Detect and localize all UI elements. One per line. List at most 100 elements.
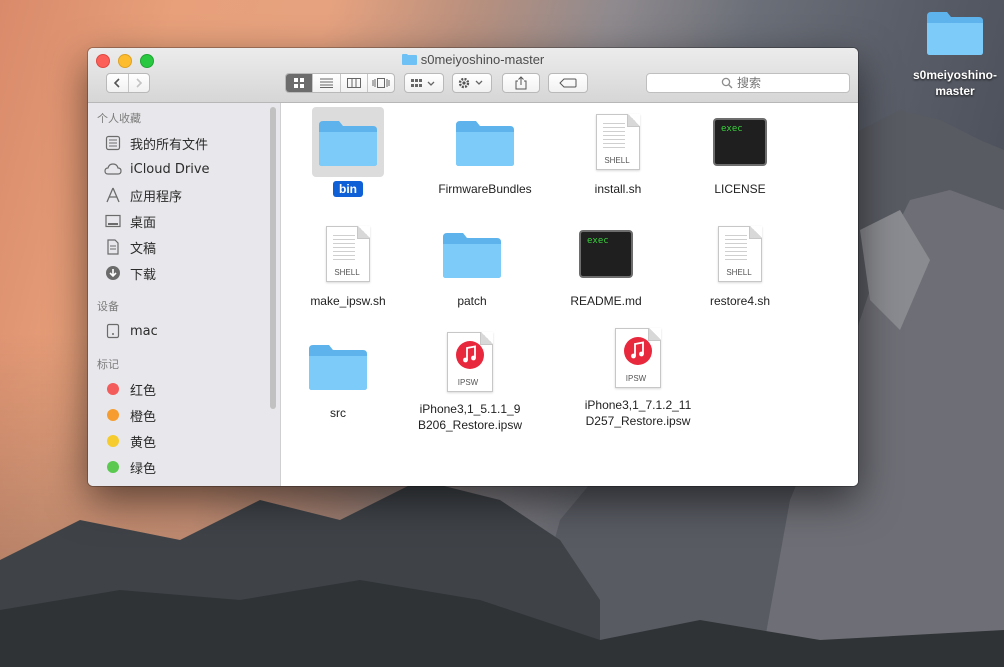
search-field[interactable] xyxy=(646,73,850,93)
sidebar: 个人收藏 我的所有文件 iCloud Drive 应用程序 桌面 文稿 下载 设… xyxy=(88,103,281,486)
file-item-readme-md[interactable]: exec README.md xyxy=(541,219,671,309)
grid-icon xyxy=(293,77,304,88)
sidebar-heading-devices: 设备 xyxy=(97,300,119,313)
gear-icon xyxy=(458,77,483,89)
share-button[interactable] xyxy=(502,73,540,93)
file-name: FirmwareBundles xyxy=(438,182,532,196)
file-name: LICENSE xyxy=(714,182,766,196)
sidebar-item-tag-orange[interactable]: 橙色 xyxy=(88,402,280,428)
file-badge: exec xyxy=(721,124,743,134)
column-view-button[interactable] xyxy=(339,74,367,92)
view-mode-selector xyxy=(285,73,395,93)
file-item-src[interactable]: src xyxy=(273,331,403,421)
file-item-firmwarebundles[interactable]: FirmwareBundles xyxy=(420,107,550,197)
desktop-icon xyxy=(104,212,122,230)
tag-icon xyxy=(559,78,577,88)
sidebar-item-all-files[interactable]: 我的所有文件 xyxy=(88,130,280,156)
file-name: README.md xyxy=(570,294,642,308)
window-title: s0meiyoshino-master xyxy=(88,52,858,67)
file-item-restore4-sh[interactable]: SHELL restore4.sh xyxy=(675,219,805,309)
forward-button[interactable] xyxy=(127,74,150,92)
sidebar-item-tag-green[interactable]: 绿色 xyxy=(88,454,280,480)
itunes-music-icon xyxy=(456,341,484,369)
file-item-install-sh[interactable]: SHELL install.sh xyxy=(553,107,683,197)
yellow-dot-icon xyxy=(107,435,119,447)
sidebar-item-label: 黄色 xyxy=(130,435,157,451)
file-badge: IPSW xyxy=(625,374,647,383)
file-item-patch[interactable]: patch xyxy=(407,219,537,309)
sidebar-item-icloud-drive[interactable]: iCloud Drive xyxy=(88,156,280,182)
file-item-license[interactable]: exec LICENSE xyxy=(675,107,805,197)
sidebar-item-label: 蓝色 xyxy=(130,484,156,487)
file-name: restore4.sh xyxy=(709,294,771,308)
sidebar-item-tag-yellow[interactable]: 黄色 xyxy=(88,428,280,454)
finder-window: s0meiyoshino-master 搜索 个人收藏 我的所有文件 iClou… xyxy=(88,48,858,486)
arrange-button[interactable] xyxy=(404,73,444,93)
sidebar-item-label: 文稿 xyxy=(130,241,157,257)
file-icon-wrap: exec xyxy=(675,107,805,177)
ipsw-file-icon: IPSW xyxy=(447,332,493,392)
columns-icon xyxy=(346,78,361,88)
back-button[interactable] xyxy=(107,74,128,92)
sidebar-item-desktop[interactable]: 桌面 xyxy=(88,208,280,234)
desktop-folder[interactable]: s0meiyoshino-master xyxy=(903,8,1004,99)
file-badge: SHELL xyxy=(604,156,630,165)
shell-script-icon: SHELL xyxy=(596,114,640,170)
tag-dot-red xyxy=(104,380,122,398)
sidebar-item-label: 桌面 xyxy=(130,215,157,231)
list-view-button[interactable] xyxy=(312,74,339,92)
navigation-buttons xyxy=(106,73,150,93)
shell-script-icon: SHELL xyxy=(326,226,370,282)
icon-view-button[interactable] xyxy=(286,74,313,92)
sidebar-item-label: 下载 xyxy=(130,267,157,283)
search-icon xyxy=(721,77,733,89)
file-name: src xyxy=(330,406,346,420)
share-icon xyxy=(515,76,527,90)
file-name: iPhone3,1_7.1.2_11 D257_Restore.ipsw xyxy=(573,397,703,429)
tag-button[interactable] xyxy=(548,73,588,93)
coverflow-icon xyxy=(372,78,390,88)
folder-icon xyxy=(401,54,417,65)
file-item-ipsw-7-1-2[interactable]: IPSW iPhone3,1_7.1.2_11 D257_Restore.ips… xyxy=(573,323,703,429)
file-icon-wrap: exec xyxy=(541,219,671,289)
sidebar-item-downloads[interactable]: 下载 xyxy=(88,260,280,286)
documents-icon xyxy=(104,238,122,256)
file-name: iPhone3,1_5.1.1_9 B206_Restore.ipsw xyxy=(405,401,535,433)
orange-dot-icon xyxy=(107,409,119,421)
tag-dot-orange xyxy=(104,406,122,424)
sidebar-item-label: mac xyxy=(130,323,158,339)
sidebar-item-label: 我的所有文件 xyxy=(130,137,209,153)
red-dot-icon xyxy=(107,383,119,395)
file-icon-wrap: SHELL xyxy=(283,219,413,289)
file-badge: SHELL xyxy=(726,268,752,277)
terminal-exec-icon: exec xyxy=(579,230,633,278)
file-badge: exec xyxy=(587,236,609,246)
tag-dot-yellow xyxy=(104,432,122,450)
all-files-icon xyxy=(104,134,122,152)
terminal-exec-icon: exec xyxy=(713,118,767,166)
tag-dot-blue xyxy=(104,484,122,486)
file-browser: bin FirmwareBundles SHELL install.sh exe… xyxy=(281,103,858,486)
desktop-folder-label: s0meiyoshino-master xyxy=(912,68,998,98)
file-icon-wrap: IPSW xyxy=(405,327,535,397)
folder-icon xyxy=(407,219,537,289)
coverflow-view-button[interactable] xyxy=(366,74,394,92)
sidebar-item-mac[interactable]: mac xyxy=(88,318,280,344)
sidebar-heading-favorites: 个人收藏 xyxy=(97,112,141,125)
ipsw-file-icon: IPSW xyxy=(615,328,661,388)
file-item-ipsw-5-1-1[interactable]: IPSW iPhone3,1_5.1.1_9 B206_Restore.ipsw xyxy=(405,327,535,433)
action-menu-button[interactable] xyxy=(452,73,492,93)
search-input[interactable] xyxy=(737,76,775,90)
green-dot-icon xyxy=(107,461,119,473)
sidebar-item-documents[interactable]: 文稿 xyxy=(88,234,280,260)
folder-icon xyxy=(312,107,384,177)
file-item-make-ipsw-sh[interactable]: SHELL make_ipsw.sh xyxy=(283,219,413,309)
file-item-bin[interactable]: bin xyxy=(283,107,413,197)
sidebar-item-tag-blue[interactable]: 蓝色 xyxy=(88,480,280,486)
folder-icon xyxy=(927,12,983,55)
file-name: install.sh xyxy=(594,182,642,196)
file-name-line2: B206_Restore.ipsw xyxy=(417,418,523,432)
sidebar-item-tag-red[interactable]: 红色 xyxy=(88,376,280,402)
file-name-line1: iPhone3,1_5.1.1_9 xyxy=(419,402,521,416)
sidebar-item-applications[interactable]: 应用程序 xyxy=(88,182,280,208)
